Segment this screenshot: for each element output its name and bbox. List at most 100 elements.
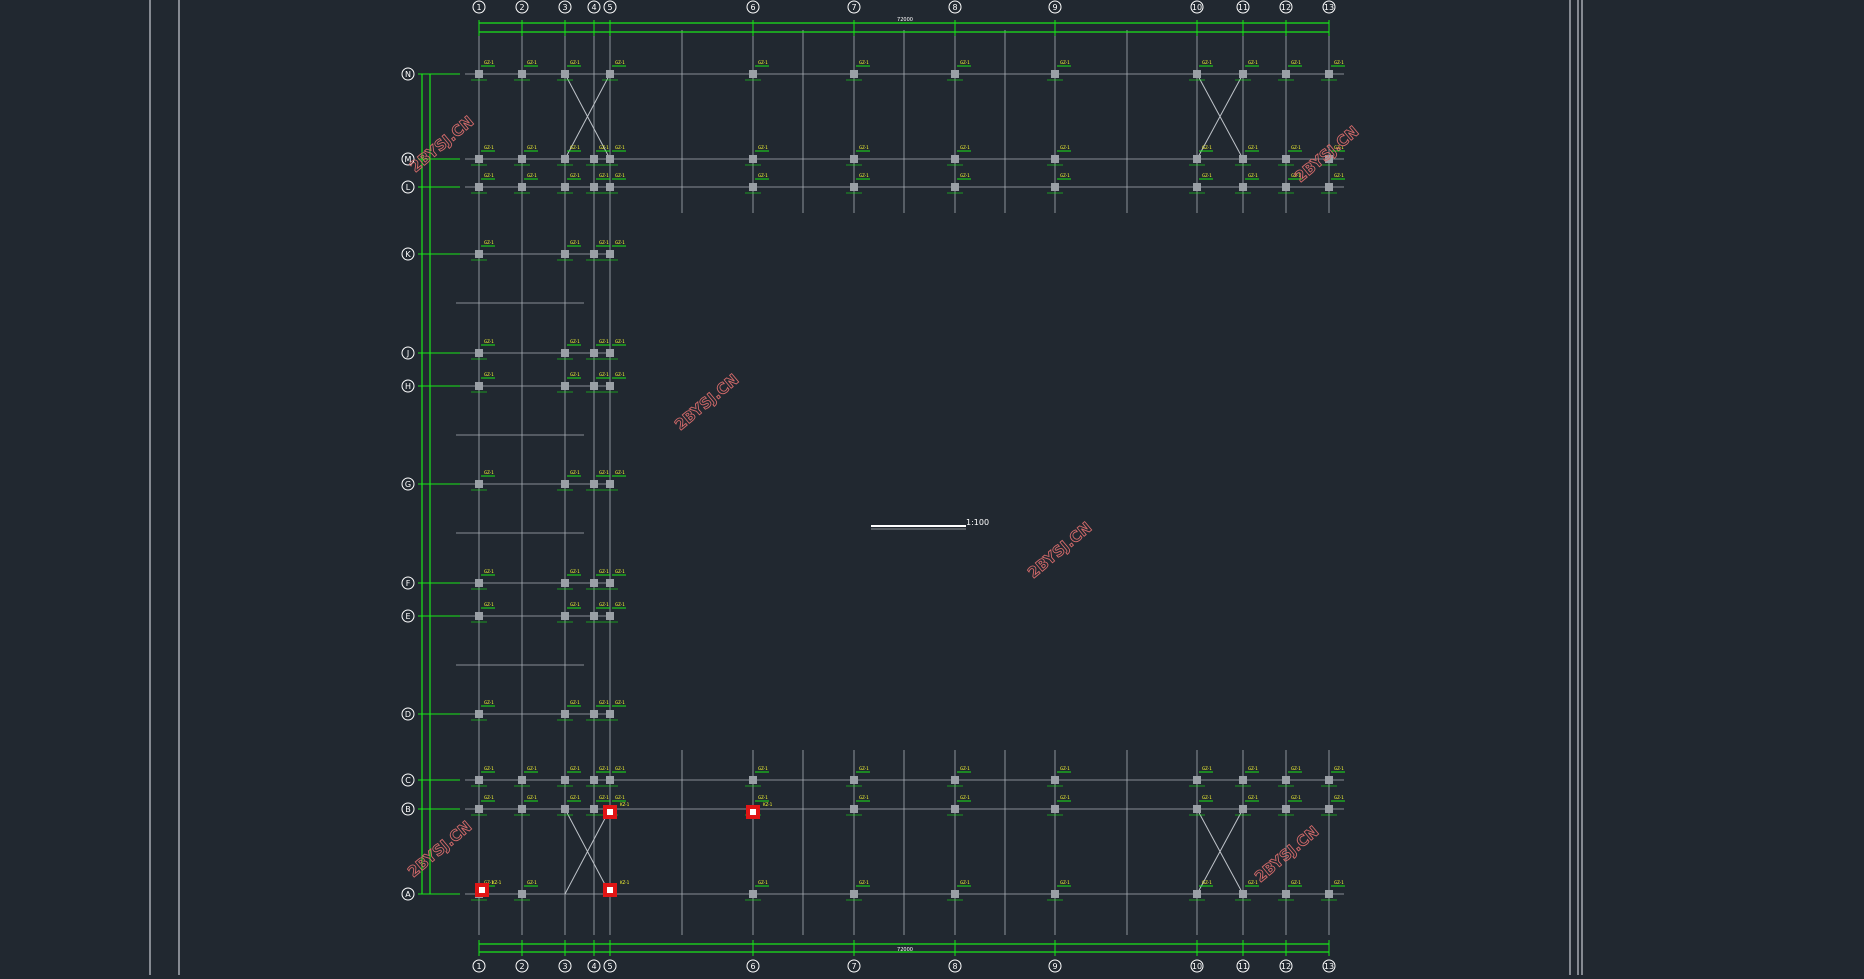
axis-bubble-bottom-10-label: 10: [1192, 962, 1202, 971]
column-11-A-section: [1239, 890, 1247, 898]
column-3-M-tag: GZ-1: [570, 145, 580, 150]
column-4-C-tag: GZ-1: [599, 766, 609, 771]
highlight-column-1-A-core: [479, 887, 485, 893]
column-13-A-tag: GZ-1: [1334, 880, 1344, 885]
column-10-B-section: [1193, 805, 1201, 813]
column-11-N-section: [1239, 70, 1247, 78]
column-3-C-tag: GZ-1: [570, 766, 580, 771]
column-8-L-section: [951, 183, 959, 191]
column-5-J-tag: GZ-1: [615, 339, 625, 344]
column-7-B-tag: GZ-1: [859, 795, 869, 800]
axis-bubble-top-4-label: 4: [591, 3, 596, 12]
column-9-C-tag: GZ-1: [1060, 766, 1070, 771]
column-3-K-section: [561, 250, 569, 258]
column-4-K-section: [590, 250, 598, 258]
column-8-N-section: [951, 70, 959, 78]
axis-bubble-top-7-label: 7: [851, 3, 856, 12]
column-5-H-tag: GZ-1: [615, 372, 625, 377]
column-2-N-section: [518, 70, 526, 78]
axis-bubble-bottom-12: 12: [1279, 959, 1293, 973]
column-13-N-section: [1325, 70, 1333, 78]
column-5-N-tag: GZ-1: [615, 60, 625, 65]
column-7-M-section: [850, 155, 858, 163]
axis-bubble-bottom-5-label: 5: [607, 962, 612, 971]
column-5-G-section: [606, 480, 614, 488]
column-3-F-section: [561, 579, 569, 587]
column-5-K-tag: GZ-1: [615, 240, 625, 245]
column-3-N-tag: GZ-1: [570, 60, 580, 65]
axis-bubble-row-G-label: G: [405, 480, 411, 489]
column-10-N-tag: GZ-1: [1202, 60, 1212, 65]
axis-bubble-top-2-label: 2: [519, 3, 524, 12]
column-6-L-tag: GZ-1: [758, 173, 768, 178]
column-10-M-tag: GZ-1: [1202, 145, 1212, 150]
overall-dimension-top: 72000: [897, 17, 913, 23]
column-5-B-tag: GZ-1: [615, 795, 625, 800]
column-4-G-section: [590, 480, 598, 488]
highlight-column-6-B-tag: KZ-1: [763, 802, 773, 807]
column-5-L-tag: GZ-1: [615, 173, 625, 178]
column-5-J-section: [606, 349, 614, 357]
column-12-N-tag: GZ-1: [1291, 60, 1301, 65]
column-9-M-section: [1051, 155, 1059, 163]
column-11-C-tag: GZ-1: [1248, 766, 1258, 771]
column-4-D-section: [590, 710, 598, 718]
column-3-G-tag: GZ-1: [570, 470, 580, 475]
column-7-B-section: [850, 805, 858, 813]
column-5-D-section: [606, 710, 614, 718]
column-1-L-section: [475, 183, 483, 191]
column-1-M-tag: GZ-1: [484, 145, 494, 150]
overall-dimension-bottom: 72000: [897, 947, 913, 953]
column-6-N-tag: GZ-1: [758, 60, 768, 65]
axis-bubble-row-H-label: H: [405, 382, 411, 391]
column-12-B-tag: GZ-1: [1291, 795, 1301, 800]
column-5-M-section: [606, 155, 614, 163]
column-4-D-tag: GZ-1: [599, 700, 609, 705]
column-3-B-section: [561, 805, 569, 813]
column-8-A-tag: GZ-1: [960, 880, 970, 885]
axis-bubble-top-3-label: 3: [562, 3, 567, 12]
column-4-B-section: [590, 805, 598, 813]
axis-bubble-bottom-3-label: 3: [562, 962, 567, 971]
structural-plan-drawing: GZ-1 GZ-1 GZ-1 GZ-1 GZ-1 GZ-1 GZ-1 GZ-1 GZ-1 GZ-1…: [0, 0, 1864, 975]
axis-bubble-bottom-11: 11: [1236, 959, 1250, 973]
axis-bubble-row-B-label: B: [405, 805, 411, 814]
column-9-L-tag: GZ-1: [1060, 173, 1070, 178]
column-3-N-section: [561, 70, 569, 78]
column-1-J-section: [475, 349, 483, 357]
column-12-A-section: [1282, 890, 1290, 898]
column-1-N-section: [475, 70, 483, 78]
column-11-B-section: [1239, 805, 1247, 813]
column-11-M-tag: GZ-1: [1248, 145, 1258, 150]
column-3-C-section: [561, 776, 569, 784]
axis-bubble-top-1-label: 1: [476, 3, 481, 12]
column-4-C-section: [590, 776, 598, 784]
highlight-column-6-B-core: [750, 809, 756, 815]
column-4-L-section: [590, 183, 598, 191]
column-12-C-section: [1282, 776, 1290, 784]
column-3-E-section: [561, 612, 569, 620]
axis-bubble-top-5-label: 5: [607, 3, 612, 12]
column-1-C-section: [475, 776, 483, 784]
column-3-H-tag: GZ-1: [570, 372, 580, 377]
column-7-L-section: [850, 183, 858, 191]
column-6-N-section: [749, 70, 757, 78]
column-8-C-section: [951, 776, 959, 784]
column-10-C-tag: GZ-1: [1202, 766, 1212, 771]
column-5-E-section: [606, 612, 614, 620]
column-13-L-section: [1325, 183, 1333, 191]
column-11-A-tag: GZ-1: [1248, 880, 1258, 885]
column-13-B-tag: GZ-1: [1334, 795, 1344, 800]
column-2-A-tag: GZ-1: [527, 880, 537, 885]
column-1-B-tag: GZ-1: [484, 795, 494, 800]
column-6-A-section: [749, 890, 757, 898]
cad-viewport[interactable]: GZ-1 GZ-1 GZ-1 GZ-1 GZ-1 GZ-1 GZ-1 GZ-1 GZ-1 GZ-1…: [0, 0, 1864, 975]
column-5-F-tag: GZ-1: [615, 569, 625, 574]
column-3-L-tag: GZ-1: [570, 173, 580, 178]
column-10-M-section: [1193, 155, 1201, 163]
column-6-A-tag: GZ-1: [758, 880, 768, 885]
column-3-L-section: [561, 183, 569, 191]
axis-bubble-top-12: 12: [1279, 0, 1293, 14]
column-13-B-section: [1325, 805, 1333, 813]
axis-bubble-top-11-label: 11: [1238, 3, 1248, 12]
